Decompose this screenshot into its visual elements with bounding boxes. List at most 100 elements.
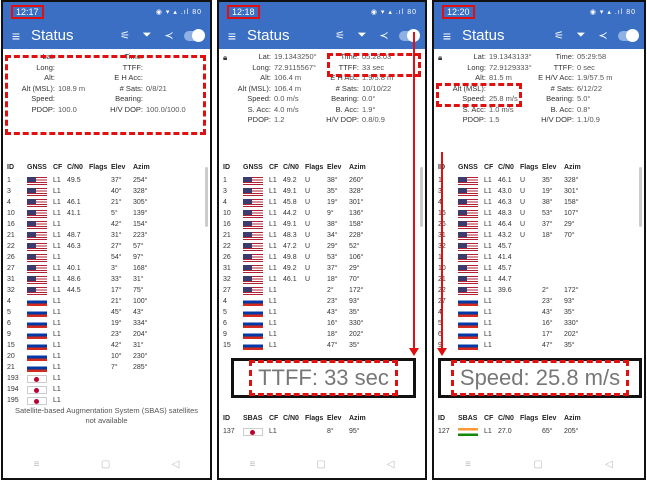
table-cell: 139°	[133, 210, 148, 217]
sort-icon[interactable]: ⚟	[552, 29, 566, 42]
filter-icon[interactable]: ⏷	[140, 29, 154, 42]
table-cell	[520, 340, 542, 351]
table-cell: 32	[7, 287, 15, 294]
table-cell: 18°	[327, 331, 338, 338]
info-label: Lat:	[258, 52, 271, 61]
highlight-box-ttff	[327, 53, 421, 77]
table-cell: 45.8	[283, 199, 297, 206]
tracking-toggle[interactable]	[618, 28, 639, 42]
menu-icon[interactable]: ≡	[225, 28, 239, 44]
table-cell	[283, 285, 305, 296]
table-cell: 194	[7, 386, 19, 393]
table-row: 5 L1 43° 35°	[223, 307, 421, 318]
table-cell: 53°	[327, 254, 338, 261]
table-cell: U	[520, 221, 526, 228]
column-header: C/N0	[283, 415, 299, 422]
table-cell: 57°	[133, 243, 144, 250]
back-icon[interactable]: ◁	[605, 459, 613, 470]
table-cell: 19°	[542, 188, 553, 195]
ru-flag-icon	[27, 308, 47, 317]
us-flag-icon	[458, 286, 478, 295]
table-cell: 5	[223, 309, 227, 316]
info-label: Bearing:	[546, 94, 574, 103]
status-bar: 12:20 ◉ ▾ ▴ .ıl 80	[434, 2, 644, 22]
home-menu-icon[interactable]: ≡	[250, 459, 256, 470]
gnss-cell	[458, 263, 484, 274]
phone-screen-2: 12:18 ◉ ▾ ▴ .ıl 80 ≡ Status ⚟ ⏷ ≺ 🔒︎ Lat…	[217, 0, 427, 480]
table-cell	[111, 373, 133, 384]
menu-icon[interactable]: ≡	[440, 28, 454, 44]
highlight-box	[5, 55, 206, 135]
home-icon[interactable]: ▢	[533, 459, 542, 470]
table-cell: 23°	[111, 331, 122, 338]
table-cell: L1	[269, 243, 277, 250]
column-header: C/N0	[67, 164, 83, 171]
column-header: Azim	[349, 415, 366, 422]
share-icon[interactable]: ≺	[377, 29, 391, 42]
table-cell	[498, 307, 520, 318]
menu-icon[interactable]: ≡	[9, 28, 23, 44]
table-cell	[89, 175, 111, 186]
tracking-toggle[interactable]	[399, 28, 420, 42]
sort-icon[interactable]: ⚟	[118, 29, 132, 42]
gnss-cell	[458, 329, 484, 340]
gnss-cell	[243, 186, 269, 197]
table-cell	[89, 241, 111, 252]
table-cell	[520, 426, 542, 437]
back-icon[interactable]: ◁	[387, 459, 395, 470]
table-cell	[498, 296, 520, 307]
table-cell	[498, 318, 520, 329]
table-row: 10 L1 44.2 U 9° 136°	[223, 208, 421, 219]
tracking-toggle[interactable]	[184, 28, 205, 42]
scrollbar[interactable]	[639, 167, 642, 227]
table-cell	[520, 252, 542, 263]
table-cell	[305, 296, 327, 307]
share-icon[interactable]: ≺	[596, 29, 610, 42]
table-row: 21 L1 48.3 U 34° 228°	[223, 230, 421, 241]
filter-icon[interactable]: ⏷	[574, 29, 588, 42]
table-cell: 75°	[133, 287, 144, 294]
table-cell: 7°	[111, 364, 118, 371]
table-cell: 31°	[111, 232, 122, 239]
table-cell	[305, 285, 327, 296]
home-menu-icon[interactable]: ≡	[465, 459, 471, 470]
table-cell: 52°	[349, 243, 360, 250]
table-cell: 22	[7, 243, 15, 250]
home-icon[interactable]: ▢	[316, 459, 325, 470]
table-cell	[89, 219, 111, 230]
filter-icon[interactable]: ⏷	[355, 29, 369, 42]
table-cell: 223°	[133, 232, 148, 239]
table-cell: L1	[269, 221, 277, 228]
scrollbar[interactable]	[420, 167, 423, 227]
nav-bar: ≡ ▢ ◁	[434, 450, 644, 478]
us-flag-icon	[243, 253, 263, 262]
gnss-cell	[243, 175, 269, 186]
us-flag-icon	[458, 220, 478, 229]
table-row: 9 L1 47° 35°	[438, 340, 640, 351]
sort-icon[interactable]: ⚟	[333, 29, 347, 42]
table-row: 31 L1 49.2 U 37° 29°	[223, 263, 421, 274]
table-cell	[89, 318, 111, 329]
table-cell	[67, 340, 89, 351]
table-cell: 29°	[327, 243, 338, 250]
table-cell: L1	[484, 243, 492, 250]
share-icon[interactable]: ≺	[162, 29, 176, 42]
table-cell: 16	[7, 221, 15, 228]
table-cell: 49.8	[283, 254, 297, 261]
column-header: GNSS	[458, 164, 478, 171]
home-menu-icon[interactable]: ≡	[34, 459, 40, 470]
table-cell: L1	[484, 342, 492, 349]
table-cell: L1	[269, 177, 277, 184]
table-cell: 93°	[564, 298, 575, 305]
app-bar: ≡ Status ⚟ ⏷ ≺	[434, 22, 644, 49]
table-cell	[520, 285, 542, 296]
table-row: 21L144.7	[438, 274, 640, 285]
table-cell	[283, 318, 305, 329]
back-icon[interactable]: ◁	[172, 459, 180, 470]
table-cell: 202°	[349, 331, 364, 338]
home-icon[interactable]: ▢	[101, 459, 110, 470]
table-cell: L1	[484, 221, 492, 228]
us-flag-icon	[27, 198, 47, 207]
jp-flag-icon	[27, 385, 47, 394]
scrollbar[interactable]	[205, 167, 208, 227]
